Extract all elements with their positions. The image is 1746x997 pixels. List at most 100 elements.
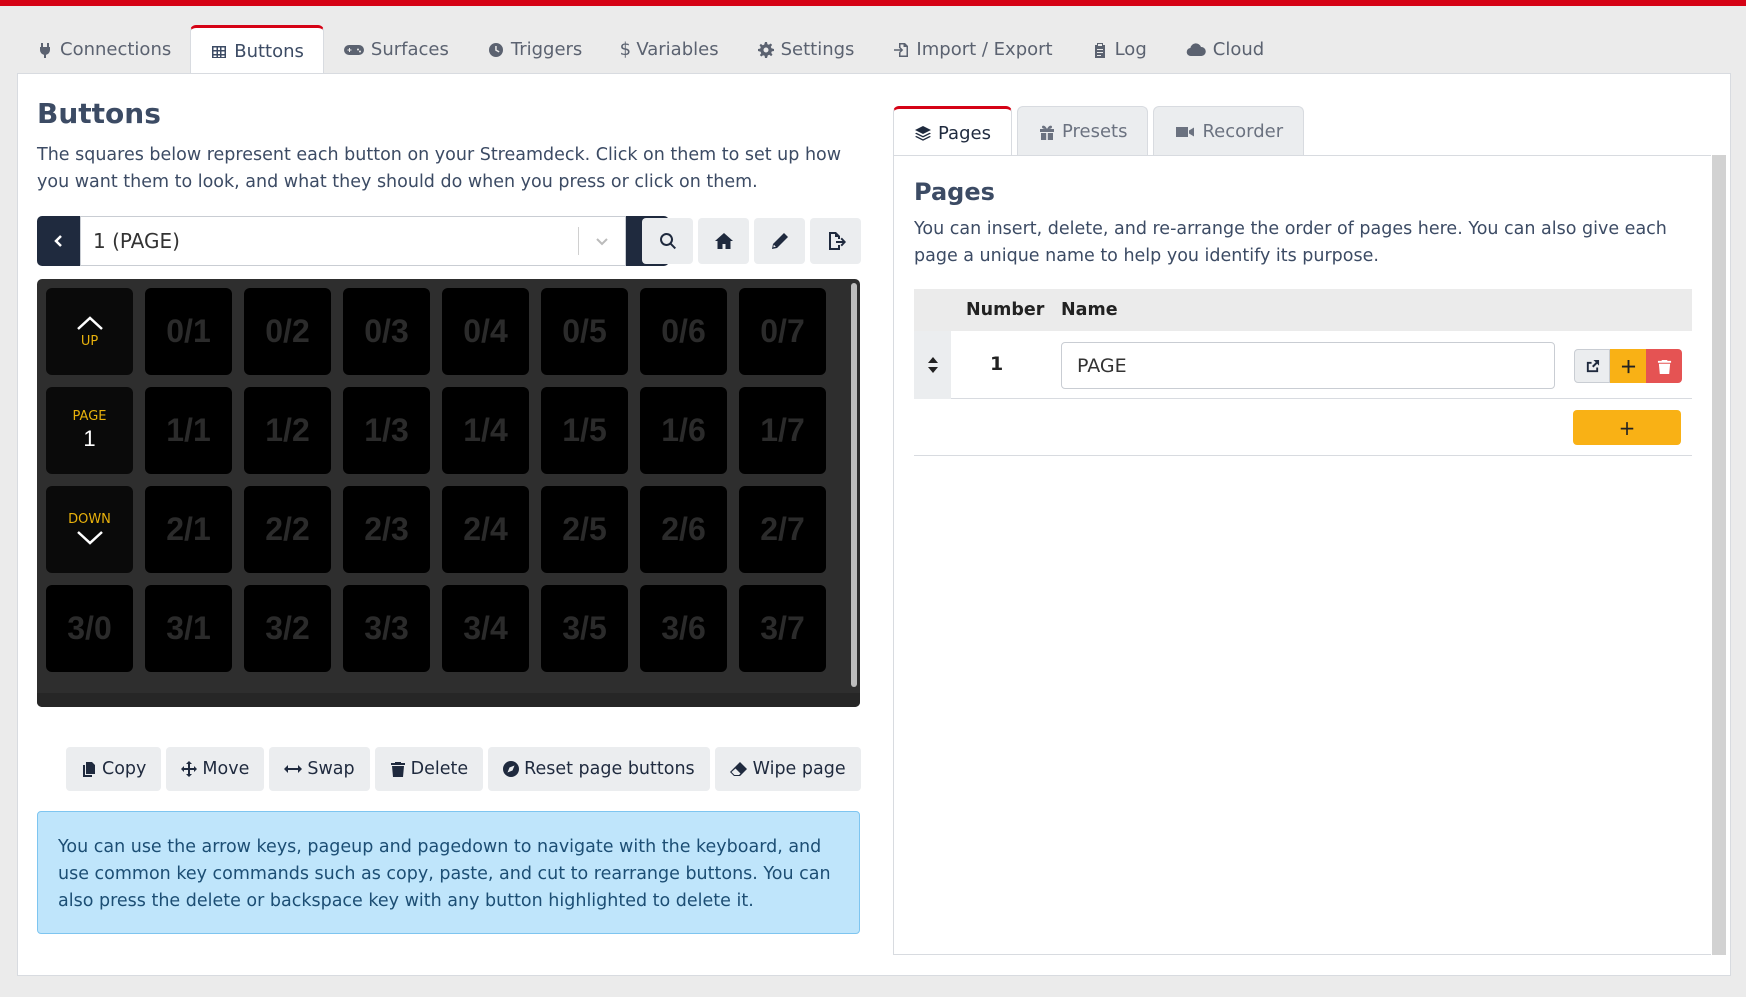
search-button[interactable]: [642, 218, 693, 264]
tab-label: Presets: [1061, 121, 1128, 142]
pages-title: Pages: [914, 178, 995, 206]
grid-key[interactable]: 2/3: [343, 486, 430, 573]
wipe-page-button[interactable]: Wipe page: [714, 747, 861, 791]
grid-key[interactable]: 2/2: [244, 486, 331, 573]
tab-log[interactable]: Log: [1072, 25, 1166, 74]
tab-label: Import / Export: [916, 39, 1053, 60]
grid-key[interactable]: 1/7: [739, 387, 826, 474]
reset-page-buttons-button[interactable]: Reset page buttons: [488, 747, 710, 791]
swap-label: Swap: [307, 759, 355, 779]
pages-description: You can insert, delete, and re-arrange t…: [914, 219, 1667, 266]
key-page-label: PAGE: [72, 409, 107, 424]
grid-key[interactable]: 2/5: [541, 486, 628, 573]
key-page-up[interactable]: UP: [46, 288, 133, 375]
tab-triggers[interactable]: Triggers: [468, 25, 601, 74]
page-name-input[interactable]: [1061, 342, 1555, 389]
export-page-row-button[interactable]: [1574, 349, 1610, 383]
pages-table-header: Number Name: [914, 289, 1692, 331]
tab-cloud[interactable]: Cloud: [1166, 25, 1283, 74]
wipe-label: Wipe page: [752, 759, 846, 779]
video-icon: [1174, 123, 1196, 141]
grid-key[interactable]: 3/2: [244, 585, 331, 672]
grid-key[interactable]: 1/1: [145, 387, 232, 474]
grid-key[interactable]: 0/4: [442, 288, 529, 375]
top-accent-bar: [0, 0, 1746, 6]
grid-key[interactable]: 0/5: [541, 288, 628, 375]
tab-label: Triggers: [510, 39, 583, 60]
panel-scrollbar[interactable]: [1712, 155, 1726, 955]
grid-key[interactable]: 0/2: [244, 288, 331, 375]
copy-label: Copy: [102, 759, 147, 779]
move-label: Move: [202, 759, 250, 779]
table-icon: [210, 43, 228, 61]
plus-icon: [1621, 359, 1635, 373]
swap-button[interactable]: Swap: [269, 747, 370, 791]
tab-settings[interactable]: Settings: [738, 25, 874, 74]
add-page-button[interactable]: +: [1573, 410, 1681, 445]
grid-key[interactable]: 0/6: [640, 288, 727, 375]
eraser-icon: [729, 762, 747, 776]
tab-import-export[interactable]: Import / Export: [873, 25, 1071, 74]
grid-key[interactable]: 1/5: [541, 387, 628, 474]
grid-key[interactable]: 1/6: [640, 387, 727, 474]
tab-label: Variables: [636, 39, 719, 60]
column-number: Number: [966, 300, 1045, 320]
tab-connections[interactable]: Connections: [17, 25, 190, 74]
chevron-down-icon[interactable]: [579, 233, 625, 249]
home-icon: [714, 233, 733, 249]
drag-handle[interactable]: [914, 331, 951, 399]
grid-key[interactable]: 2/6: [640, 486, 727, 573]
chevron-left-icon: [53, 235, 62, 247]
grid-key[interactable]: 3/6: [640, 585, 727, 672]
share-icon: [1586, 359, 1599, 372]
grid-key[interactable]: 3/4: [442, 585, 529, 672]
page-select[interactable]: 1 (PAGE): [80, 216, 626, 266]
delete-label: Delete: [410, 759, 469, 779]
tab-surfaces[interactable]: Surfaces: [324, 25, 468, 74]
insert-page-button[interactable]: [1610, 349, 1646, 383]
key-page-number[interactable]: PAGE 1: [46, 387, 133, 474]
grid-horizontal-scrollbar[interactable]: [37, 693, 860, 707]
layers-icon: [914, 124, 932, 142]
grid-key[interactable]: 0/7: [739, 288, 826, 375]
delete-button[interactable]: Delete: [374, 747, 484, 791]
move-button[interactable]: Move: [166, 747, 265, 791]
edit-button[interactable]: [754, 218, 805, 264]
grid-key[interactable]: 3/5: [541, 585, 628, 672]
reset-label: Reset page buttons: [524, 759, 695, 779]
copy-icon: [83, 762, 95, 777]
grid-vertical-scrollbar[interactable]: [851, 283, 857, 687]
page-selector: 1 (PAGE): [37, 216, 669, 266]
grid-key[interactable]: 3/1: [145, 585, 232, 672]
key-up-label: UP: [80, 334, 99, 349]
grid-key[interactable]: 1/4: [442, 387, 529, 474]
previous-page-button[interactable]: [37, 216, 80, 266]
grid-key[interactable]: 2/1: [145, 486, 232, 573]
add-page-row: +: [914, 400, 1692, 456]
tab-recorder[interactable]: Recorder: [1153, 106, 1305, 156]
key-page-down[interactable]: DOWN: [46, 486, 133, 573]
delete-page-button[interactable]: [1646, 349, 1682, 383]
grid-key[interactable]: 1/2: [244, 387, 331, 474]
copy-button[interactable]: Copy: [66, 747, 162, 791]
grid-key[interactable]: 3/3: [343, 585, 430, 672]
tab-pages[interactable]: Pages: [893, 106, 1012, 157]
export-page-button[interactable]: [810, 218, 861, 264]
row-actions: [1574, 349, 1682, 383]
trash-icon: [1657, 359, 1671, 374]
pencil-icon: [771, 233, 788, 249]
grid-key[interactable]: 1/3: [343, 387, 430, 474]
grid-key[interactable]: 3/7: [739, 585, 826, 672]
tab-variables[interactable]: $ Variables: [601, 25, 737, 74]
grid-key[interactable]: 3/0: [46, 585, 133, 672]
grid-key[interactable]: 0/1: [145, 288, 232, 375]
grid-key[interactable]: 0/3: [343, 288, 430, 375]
grid-key[interactable]: 2/4: [442, 486, 529, 573]
cloud-icon: [1185, 41, 1207, 59]
search-icon: [659, 233, 676, 250]
tab-buttons[interactable]: Buttons: [190, 25, 324, 75]
clock-icon: [487, 41, 505, 59]
home-button[interactable]: [698, 218, 749, 264]
tab-presets[interactable]: Presets: [1016, 106, 1149, 156]
grid-key[interactable]: 2/7: [739, 486, 826, 573]
